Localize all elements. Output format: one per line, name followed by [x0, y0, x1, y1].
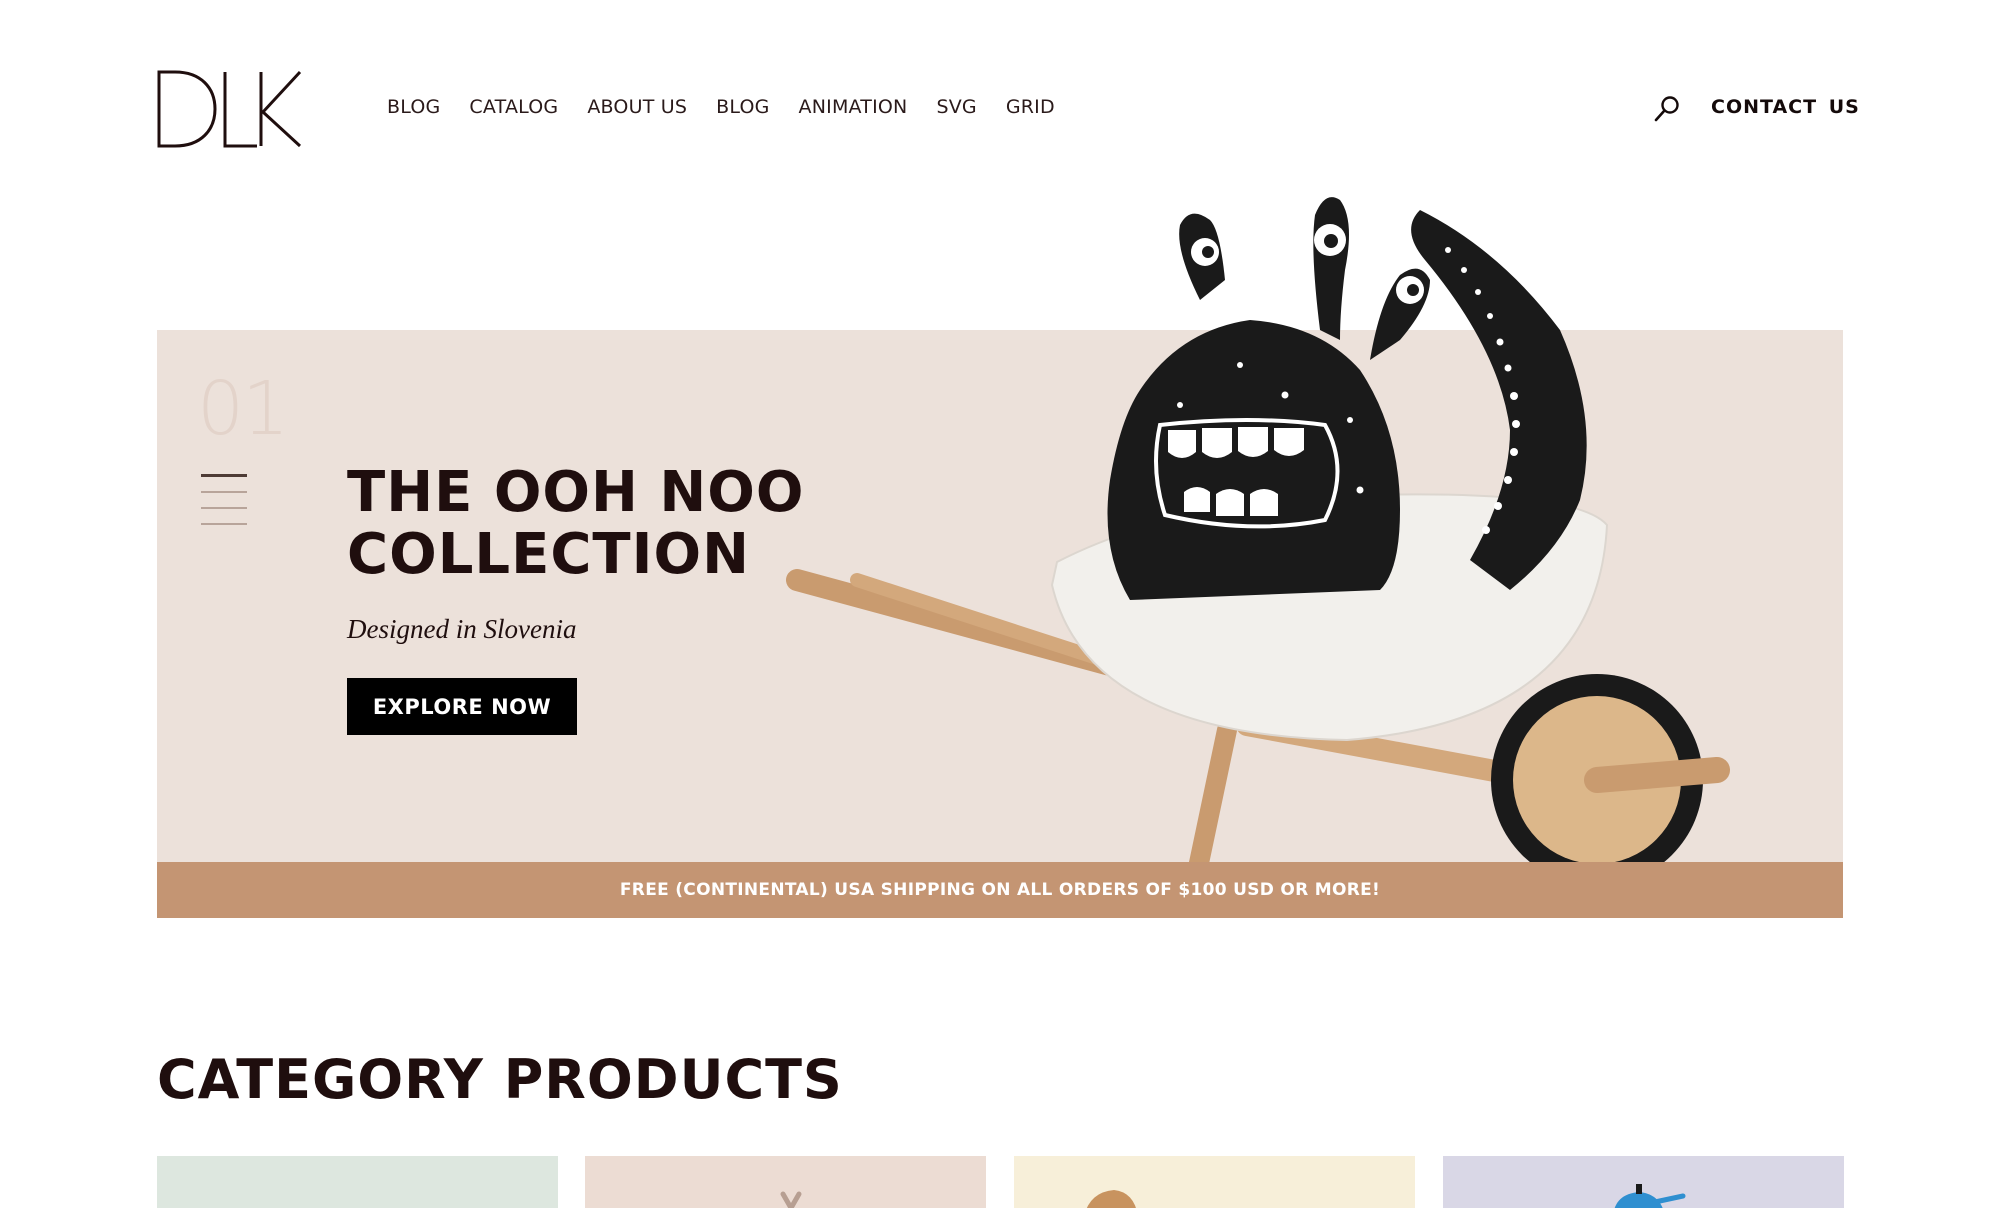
cap-toy-icon: [1614, 1184, 1686, 1208]
toy-figure-icon: [780, 1191, 802, 1208]
shipping-banner: FREE (CONTINENTAL) USA SHIPPING ON ALL O…: [157, 862, 1843, 918]
monster-toy-image: [1107, 197, 1587, 600]
brand-logo[interactable]: [157, 70, 302, 148]
category-card-2[interactable]: [585, 1156, 986, 1208]
wooden-toy-icon: [1086, 1190, 1136, 1208]
category-card-4[interactable]: [1443, 1156, 1844, 1208]
search-icon[interactable]: [1652, 94, 1682, 124]
explore-now-button[interactable]: EXPLORE NOW: [347, 678, 577, 735]
category-cards: [157, 1156, 1844, 1208]
nav-item-grid[interactable]: GRID: [1006, 96, 1055, 118]
dlk-logo-icon: [157, 70, 302, 148]
nav-item-animation[interactable]: ANIMATION: [799, 96, 908, 118]
contact-us-link[interactable]: CONTACT US: [1711, 96, 1860, 118]
main-nav: BLOG CATALOG ABOUT US BLOG ANIMATION SVG…: [387, 96, 1055, 118]
nav-item-blog-2[interactable]: BLOG: [716, 96, 769, 118]
hero-title: THE OOH NOO COLLECTION: [347, 460, 805, 587]
category-title: CATEGORY PRODUCTS: [157, 1048, 843, 1111]
category-card-1[interactable]: [157, 1156, 558, 1208]
category-card-3[interactable]: [1014, 1156, 1415, 1208]
nav-item-catalog[interactable]: CATALOG: [469, 96, 558, 118]
nav-item-blog[interactable]: BLOG: [387, 96, 440, 118]
nav-item-about-us[interactable]: ABOUT US: [587, 96, 687, 118]
nav-item-svg[interactable]: SVG: [936, 96, 976, 118]
hero-subtitle: Designed in Slovenia: [347, 614, 577, 644]
